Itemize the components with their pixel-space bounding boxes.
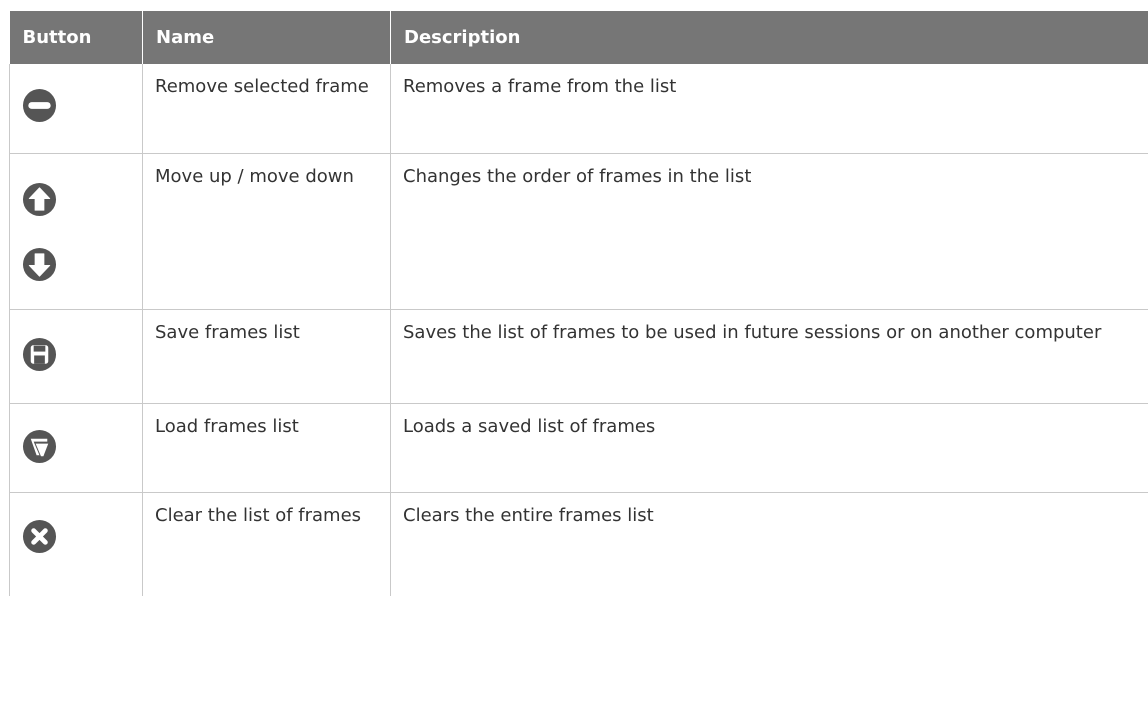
close-circle-icon bbox=[22, 519, 57, 554]
header-button: Button bbox=[9, 11, 143, 64]
description-cell: Changes the order of frames in the list bbox=[390, 153, 1148, 310]
button-cell bbox=[9, 64, 143, 154]
description-cell: Loads a saved list of frames bbox=[390, 403, 1148, 493]
name-cell: Save frames list bbox=[142, 309, 391, 404]
minus-circle-icon bbox=[22, 88, 57, 123]
table-row: Save frames list Saves the list of frame… bbox=[9, 309, 1148, 404]
button-cell bbox=[9, 153, 143, 310]
arrow-up-circle-icon bbox=[22, 182, 57, 217]
table-header: Button Name Description bbox=[9, 11, 1148, 64]
header-description: Description bbox=[390, 11, 1148, 64]
description-cell: Clears the entire frames list bbox=[390, 492, 1148, 596]
button-cell bbox=[9, 309, 143, 404]
floppy-disk-icon bbox=[22, 337, 57, 372]
table-body: Remove selected frame Removes a frame fr… bbox=[9, 64, 1148, 596]
folder-open-icon bbox=[22, 429, 57, 464]
button-reference-table: Button Name Description Remove selected … bbox=[9, 11, 1148, 596]
name-cell: Clear the list of frames bbox=[142, 492, 391, 596]
button-cell bbox=[9, 492, 143, 596]
table-row: Load frames list Loads a saved list of f… bbox=[9, 403, 1148, 493]
name-cell: Remove selected frame bbox=[142, 64, 391, 154]
name-cell: Move up / move down bbox=[142, 153, 391, 310]
table-row: Remove selected frame Removes a frame fr… bbox=[9, 64, 1148, 154]
button-cell bbox=[9, 403, 143, 493]
header-name: Name bbox=[142, 11, 391, 64]
name-cell: Load frames list bbox=[142, 403, 391, 493]
table-row: Clear the list of frames Clears the enti… bbox=[9, 492, 1148, 596]
header-row: Button Name Description bbox=[9, 11, 1148, 64]
description-cell: Saves the list of frames to be used in f… bbox=[390, 309, 1148, 404]
arrow-down-circle-icon bbox=[22, 247, 57, 282]
description-cell: Removes a frame from the list bbox=[390, 64, 1148, 154]
table-row: Move up / move down Changes the order of… bbox=[9, 153, 1148, 310]
